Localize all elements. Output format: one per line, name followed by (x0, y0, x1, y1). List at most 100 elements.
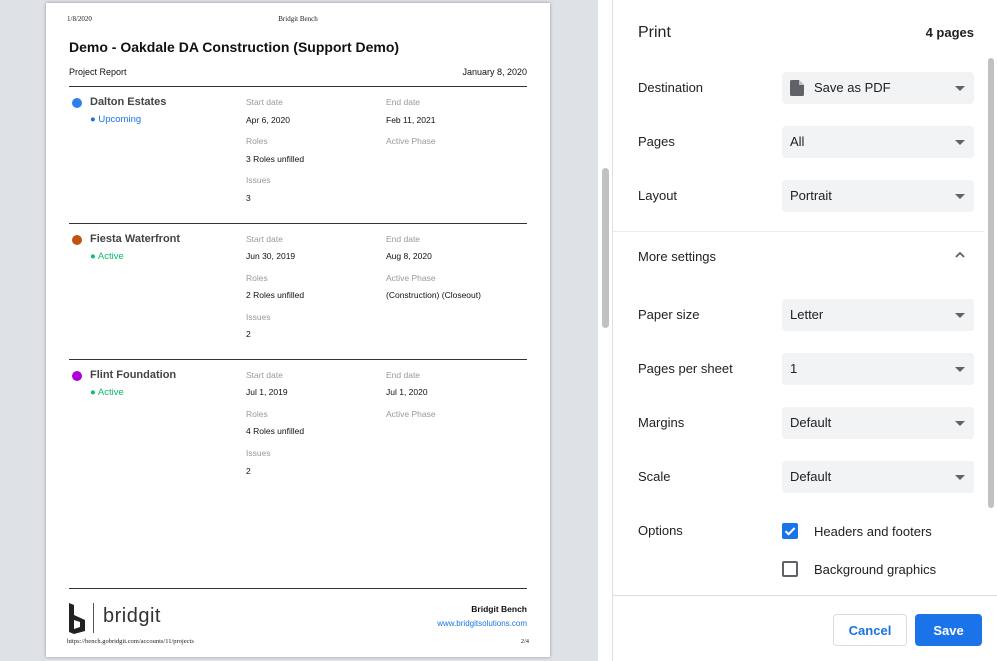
start-date-value: Jul 1, 2019 (246, 387, 288, 397)
print-settings-panel: Print 4 pages Destination Save as PDF Pa… (613, 0, 997, 661)
roles-label: Roles (246, 409, 268, 419)
destination-value: Save as PDF (814, 80, 891, 95)
project-color-dot (72, 235, 82, 245)
project-card: Fiesta Waterfront ● Active Start date Ju… (69, 223, 527, 353)
active-phase-label: Active Phase (386, 273, 436, 283)
issues-value: 2 (246, 466, 251, 476)
dropdown-caret-icon (955, 86, 965, 91)
roles-label: Roles (246, 136, 268, 146)
project-name: Flint Foundation (90, 369, 177, 381)
active-phase-value: (Construction) (Closeout) (386, 290, 481, 300)
end-date-value: Feb 11, 2021 (386, 115, 436, 125)
project-name: Fiesta Waterfront (90, 233, 181, 245)
bridgit-logo: bridgit (68, 603, 161, 635)
end-date-label: End date (386, 370, 421, 380)
destination-select[interactable]: Save as PDF (782, 72, 974, 104)
project-status: ● Active (90, 387, 124, 398)
start-date-label: Start date (246, 234, 283, 244)
paper-size-value: Letter (790, 307, 824, 322)
pages-per-sheet-value: 1 (790, 361, 798, 376)
headers-footers-checkbox[interactable] (782, 523, 798, 539)
document-icon (790, 80, 804, 96)
issues-label: Issues (246, 448, 271, 458)
issues-label: Issues (246, 312, 271, 322)
preview-page: 1/8/2020 Bridgit Bench Demo - Oakdale DA… (46, 3, 550, 657)
roles-value: 2 Roles unfilled (246, 290, 305, 300)
end-date-label: End date (386, 97, 421, 107)
margins-select[interactable]: Default (782, 407, 974, 439)
project-status: ● Active (90, 251, 124, 262)
project-card: Dalton Estates ● Upcoming Start date Apr… (69, 86, 527, 216)
project-card: Flint Foundation ● Active Start date Jul… (69, 359, 527, 489)
paper-size-label: Paper size (638, 307, 700, 322)
logo-wordmark: bridgit (103, 605, 161, 627)
end-date-value: Jul 1, 2020 (386, 387, 428, 397)
page-header-title: Bridgit Bench (278, 15, 318, 23)
scale-value: Default (790, 469, 832, 484)
start-date-value: Apr 6, 2020 (246, 115, 290, 125)
roles-label: Roles (246, 273, 268, 283)
page-count: 4 pages (925, 25, 974, 40)
report-subtitle: Project Report (69, 67, 127, 77)
start-date-label: Start date (246, 97, 283, 107)
print-title: Print (638, 24, 671, 41)
headers-footers-label[interactable]: Headers and footers (814, 524, 932, 539)
project-color-dot (72, 371, 82, 381)
dropdown-caret-icon (955, 421, 965, 426)
footer-divider (69, 588, 527, 589)
scale-label: Scale (638, 469, 671, 484)
cancel-button[interactable]: Cancel (833, 614, 907, 646)
end-date-value: Aug 8, 2020 (386, 251, 432, 261)
page-footer-number: 2/4 (520, 638, 529, 645)
page-footer-url: https://bench.gobridgit.com/accounts/11/… (67, 638, 194, 645)
dropdown-caret-icon (955, 367, 965, 372)
preview-scrollbar[interactable] (602, 168, 609, 328)
dropdown-caret-icon (955, 194, 965, 199)
dropdown-caret-icon (955, 140, 965, 145)
pages-value: All (790, 134, 805, 149)
report-date: January 8, 2020 (462, 67, 527, 77)
layout-label: Layout (638, 188, 678, 203)
project-status: ● Upcoming (90, 114, 142, 125)
end-date-label: End date (386, 234, 421, 244)
action-bar: Cancel Save (613, 595, 997, 661)
settings-scrollbar[interactable] (988, 58, 994, 508)
layout-select[interactable]: Portrait (782, 180, 974, 212)
issues-value: 2 (246, 329, 251, 339)
start-date-label: Start date (246, 370, 283, 380)
issues-label: Issues (246, 175, 271, 185)
options-label: Options (638, 523, 683, 538)
destination-label: Destination (638, 80, 704, 95)
pages-select[interactable]: All (782, 126, 974, 158)
project-color-dot (72, 98, 82, 108)
more-settings-toggle[interactable]: More settings (638, 249, 716, 264)
save-button[interactable]: Save (915, 614, 982, 646)
background-graphics-label[interactable]: Background graphics (814, 562, 936, 577)
logo-separator (93, 603, 94, 633)
scale-select[interactable]: Default (782, 461, 974, 493)
issues-value: 3 (246, 193, 251, 203)
roles-value: 3 Roles unfilled (246, 154, 305, 164)
start-date-value: Jun 30, 2019 (246, 251, 296, 261)
chevron-up-icon[interactable] (953, 248, 967, 262)
report-title: Demo - Oakdale DA Construction (Support … (69, 39, 400, 55)
dropdown-caret-icon (955, 313, 965, 318)
footer-website: www.bridgitsolutions.com (437, 619, 527, 628)
checkmark-icon (784, 527, 796, 536)
pages-label: Pages (638, 134, 675, 149)
print-preview-pane: 1/8/2020 Bridgit Bench Demo - Oakdale DA… (0, 0, 598, 661)
margins-label: Margins (638, 415, 685, 430)
pages-per-sheet-label: Pages per sheet (638, 361, 733, 376)
roles-value: 4 Roles unfilled (246, 426, 305, 436)
paper-size-select[interactable]: Letter (782, 299, 974, 331)
footer-brand: Bridgit Bench (471, 604, 527, 614)
pages-per-sheet-select[interactable]: 1 (782, 353, 974, 385)
dropdown-caret-icon (955, 475, 965, 480)
layout-value: Portrait (790, 188, 832, 203)
project-name: Dalton Estates (90, 96, 167, 108)
bridgit-logo-icon (69, 603, 85, 634)
active-phase-label: Active Phase (386, 409, 436, 419)
margins-value: Default (790, 415, 832, 430)
active-phase-label: Active Phase (386, 136, 436, 146)
background-graphics-checkbox[interactable] (782, 561, 798, 577)
